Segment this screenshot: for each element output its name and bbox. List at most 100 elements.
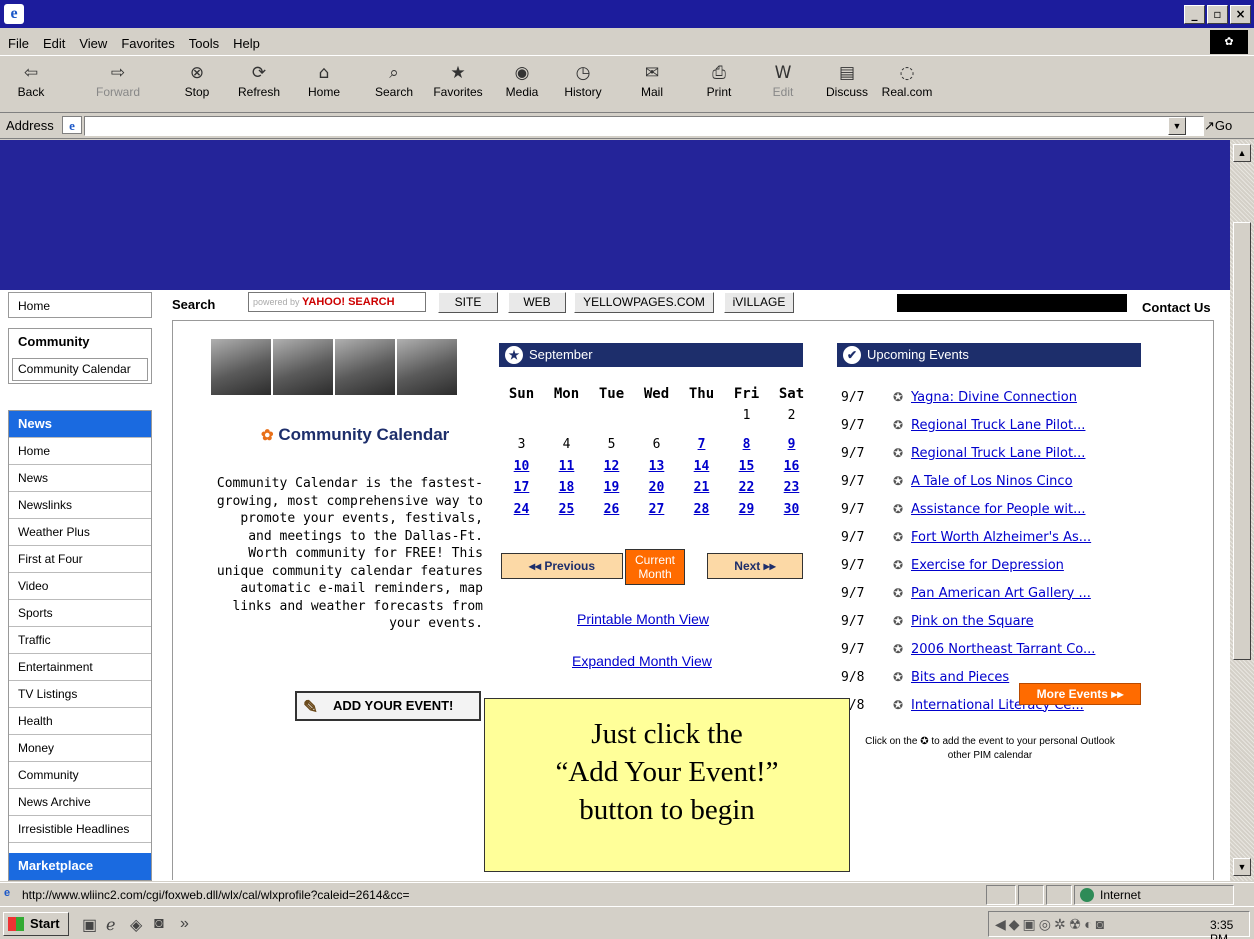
- previous-month-button[interactable]: ◂◂ Previous: [501, 553, 623, 579]
- sidebar-item-news[interactable]: News: [9, 465, 151, 492]
- calendar-day-link[interactable]: 10: [499, 459, 544, 474]
- calendar-add-icon[interactable]: ✪: [893, 530, 911, 544]
- sidebar-item-newslinks[interactable]: Newslinks: [9, 492, 151, 519]
- calendar-day-link[interactable]: 11: [544, 459, 589, 474]
- scroll-thumb[interactable]: [1233, 222, 1251, 660]
- calendar-add-icon[interactable]: ✪: [893, 614, 911, 628]
- ie-icon[interactable]: ℯ: [106, 915, 115, 935]
- event-title-link[interactable]: Regional Truck Lane Pilot...: [911, 446, 1085, 461]
- calendar-add-icon[interactable]: ✪: [893, 586, 911, 600]
- contact-us-link[interactable]: Contact Us: [1142, 300, 1211, 315]
- calendar-add-icon[interactable]: ✪: [893, 446, 911, 460]
- calendar-add-icon[interactable]: ✪: [893, 642, 911, 656]
- event-title-link[interactable]: Yagna: Divine Connection: [911, 390, 1077, 405]
- calendar-add-icon[interactable]: ✪: [893, 418, 911, 432]
- calendar-day-link[interactable]: 15: [724, 459, 769, 474]
- ivillage-search-button[interactable]: iVILLAGE: [724, 292, 794, 313]
- calendar-day-link[interactable]: 29: [724, 502, 769, 517]
- event-title-link[interactable]: Pan American Art Gallery ...: [911, 586, 1091, 601]
- explorer-icon[interactable]: ◈: [130, 915, 142, 935]
- calendar-day-link[interactable]: 27: [634, 502, 679, 517]
- sidebar-item-video[interactable]: Video: [9, 573, 151, 600]
- media-button[interactable]: ◉ Media: [502, 61, 542, 99]
- current-month-button[interactable]: Current Month: [625, 549, 685, 585]
- refresh-button[interactable]: ⟳ Refresh: [234, 61, 284, 99]
- calendar-day-link[interactable]: 13: [634, 459, 679, 474]
- sidebar-item-irresistible-headlines[interactable]: Irresistible Headlines: [9, 816, 151, 843]
- tray-icons[interactable]: ◀◆▣◎✲☢◐◙: [995, 916, 1107, 933]
- web-search-button[interactable]: WEB: [508, 292, 566, 313]
- calendar-day-link[interactable]: 9: [769, 437, 814, 452]
- calendar-day-link[interactable]: 23: [769, 480, 814, 495]
- vertical-scrollbar[interactable]: ▲ ▼: [1230, 140, 1254, 881]
- calendar-add-icon[interactable]: ✪: [893, 474, 911, 488]
- sidebar-item-home-news[interactable]: Home: [9, 438, 151, 465]
- sidebar-item-community[interactable]: Community: [9, 762, 151, 789]
- calendar-day-link[interactable]: 26: [589, 502, 634, 517]
- calendar-add-icon[interactable]: ✪: [893, 502, 911, 516]
- calendar-day-link[interactable]: 17: [499, 480, 544, 495]
- history-button[interactable]: ◷ History: [560, 61, 606, 99]
- home-button[interactable]: ⌂ Home: [304, 61, 344, 99]
- start-button[interactable]: Start: [3, 912, 69, 936]
- outlook-icon[interactable]: ◙: [154, 915, 164, 933]
- site-search-button[interactable]: SITE: [438, 292, 498, 313]
- address-input[interactable]: [84, 116, 1204, 136]
- sidebar-item-health[interactable]: Health: [9, 708, 151, 735]
- event-title-link[interactable]: Pink on the Square: [911, 614, 1034, 629]
- more-events-button[interactable]: More Events ▸▸: [1019, 683, 1141, 705]
- event-title-link[interactable]: 2006 Northeast Tarrant Co...: [911, 642, 1095, 657]
- menu-file[interactable]: File: [8, 36, 29, 51]
- printable-month-view-link[interactable]: Printable Month View: [577, 611, 709, 627]
- go-button[interactable]: ↗Go: [1204, 118, 1232, 134]
- close-button[interactable]: ×: [1230, 5, 1251, 24]
- sidebar-item-weather-plus[interactable]: Weather Plus: [9, 519, 151, 546]
- calendar-day-link[interactable]: 19: [589, 480, 634, 495]
- calendar-day-link[interactable]: 28: [679, 502, 724, 517]
- event-title-link[interactable]: Bits and Pieces: [911, 670, 1009, 685]
- sidebar-item-tv-listings[interactable]: TV Listings: [9, 681, 151, 708]
- scroll-down-button[interactable]: ▼: [1233, 858, 1251, 876]
- calendar-day-link[interactable]: 18: [544, 480, 589, 495]
- realcom-button[interactable]: ◌ Real.com: [878, 61, 936, 99]
- search-button[interactable]: ⌕ Search: [370, 61, 418, 99]
- expanded-month-view-link[interactable]: Expanded Month View: [572, 653, 712, 669]
- sidebar-item-home[interactable]: Home: [9, 293, 151, 320]
- stop-button[interactable]: ⊗ Stop: [180, 61, 214, 99]
- forward-button[interactable]: ⇨ Forward: [92, 61, 144, 99]
- calendar-day-link[interactable]: 16: [769, 459, 814, 474]
- calendar-day-link[interactable]: 12: [589, 459, 634, 474]
- calendar-add-icon[interactable]: ✪: [893, 698, 911, 712]
- calendar-add-icon[interactable]: ✪: [893, 558, 911, 572]
- favorites-button[interactable]: ★ Favorites: [428, 61, 488, 99]
- calendar-day-link[interactable]: 24: [499, 502, 544, 517]
- calendar-day-link[interactable]: 22: [724, 480, 769, 495]
- back-button[interactable]: ⇦ Back: [14, 61, 48, 99]
- sidebar-item-sports[interactable]: Sports: [9, 600, 151, 627]
- edit-button[interactable]: W Edit: [768, 61, 798, 99]
- calendar-add-icon[interactable]: ✪: [893, 390, 911, 404]
- minimize-button[interactable]: _: [1184, 5, 1205, 24]
- sidebar-item-entertainment[interactable]: Entertainment: [9, 654, 151, 681]
- sidebar-item-traffic[interactable]: Traffic: [9, 627, 151, 654]
- sidebar-item-first-at-four[interactable]: First at Four: [9, 546, 151, 573]
- event-title-link[interactable]: Regional Truck Lane Pilot...: [911, 418, 1085, 433]
- calendar-day-link[interactable]: 8: [724, 437, 769, 452]
- menu-help[interactable]: Help: [233, 36, 260, 51]
- address-dropdown-button[interactable]: ▼: [1168, 117, 1186, 135]
- mail-button[interactable]: ✉ Mail: [636, 61, 668, 99]
- calendar-day-link[interactable]: 14: [679, 459, 724, 474]
- menu-tools[interactable]: Tools: [189, 36, 219, 51]
- event-title-link[interactable]: Exercise for Depression: [911, 558, 1064, 573]
- sidebar-item-money[interactable]: Money: [9, 735, 151, 762]
- desktop-icon[interactable]: ▣: [82, 915, 97, 935]
- yellowpages-search-button[interactable]: YELLOWPAGES.COM: [574, 292, 714, 313]
- menu-view[interactable]: View: [79, 36, 107, 51]
- yahoo-search-input[interactable]: powered by YAHOO! SEARCH: [248, 292, 426, 312]
- sidebar-item-news-archive[interactable]: News Archive: [9, 789, 151, 816]
- quicklaunch-more-button[interactable]: »: [180, 915, 189, 933]
- calendar-add-icon[interactable]: ✪: [893, 670, 911, 684]
- sidebar-item-community-calendar[interactable]: Community Calendar: [12, 358, 148, 381]
- calendar-day-link[interactable]: 30: [769, 502, 814, 517]
- maximize-button[interactable]: ▫: [1207, 5, 1228, 24]
